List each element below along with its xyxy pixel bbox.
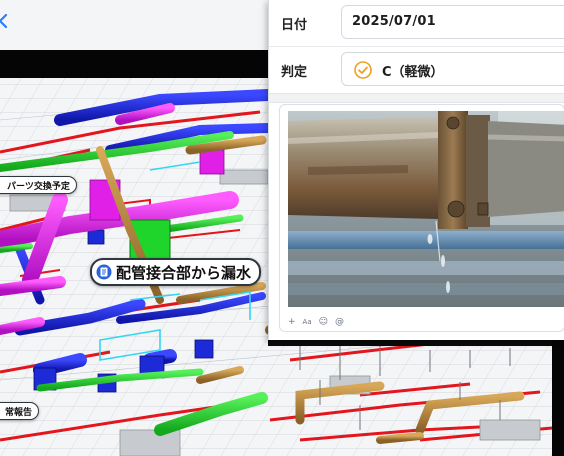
plus-icon[interactable]: + [288, 316, 296, 328]
section-divider [269, 93, 564, 103]
judgement-value: C（軽微） [382, 65, 444, 80]
judgement-select[interactable]: C（軽微） [341, 52, 564, 86]
mention-icon[interactable]: @ [335, 316, 344, 328]
photo-icon[interactable] [288, 111, 564, 307]
text-format-icon[interactable]: Aa [303, 316, 312, 328]
window-edge [552, 336, 564, 456]
attachment-card[interactable]: + Aa ☺ @ [279, 104, 564, 332]
date-field[interactable]: 2025/07/01 [341, 5, 564, 39]
check-circle-icon [354, 61, 372, 79]
judgement-row: 判定 C（軽微） [269, 47, 564, 93]
marker-label: パーツ交換予定 [7, 181, 70, 192]
date-row: 日付 2025/07/01 [269, 0, 564, 47]
document-list-icon [96, 264, 112, 280]
date-label: 日付 [281, 18, 308, 33]
marker-parts-replacement[interactable]: パーツ交換予定 [0, 176, 77, 194]
chevron-left-icon[interactable] [0, 14, 8, 28]
marker-report[interactable]: 常報告 [0, 402, 40, 420]
emoji-icon[interactable]: ☺ [319, 316, 328, 328]
date-value: 2025/07/01 [352, 14, 436, 29]
inspection-detail-panel: 日付 2025/07/01 判定 C（軽微） + Aa ☺ @ [268, 0, 564, 340]
comment-toolbar: + Aa ☺ @ [288, 315, 344, 329]
viewer-toolbar-band [0, 50, 268, 78]
marker-label: 常報告 [5, 407, 33, 418]
marker-label: 配管接合部から漏水 [116, 263, 252, 282]
judgement-label: 判定 [281, 65, 308, 80]
marker-pipe-leak[interactable]: 配管接合部から漏水 [90, 258, 262, 286]
